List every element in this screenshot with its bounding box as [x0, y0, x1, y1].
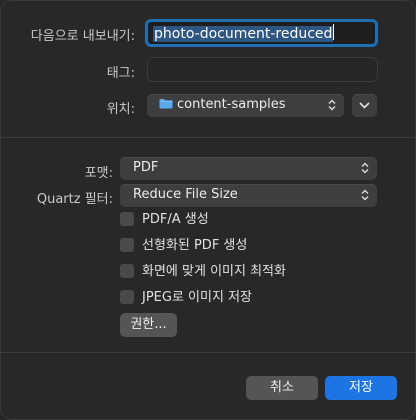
option-pdfa[interactable]: PDF/A 생성	[120, 212, 209, 230]
option-optimize-images[interactable]: 화면에 맞게 이미지 최적화	[120, 264, 286, 282]
save-as-label: 다음으로 내보내기:	[30, 29, 135, 44]
separator-bottom	[1, 352, 415, 353]
checkbox[interactable]	[120, 238, 134, 252]
cancel-button[interactable]: 취소	[246, 376, 318, 400]
location-value: content-samples	[177, 97, 286, 112]
permissions-button[interactable]: 권한...	[120, 313, 177, 337]
expand-dialog-button[interactable]	[352, 94, 377, 117]
export-dialog: 다음으로 내보내기: photo-document-reduced 태그: 위치…	[0, 0, 416, 420]
format-label: 포맷:	[84, 166, 113, 181]
updown-chevron-icon	[361, 189, 369, 201]
folder-icon	[159, 95, 173, 109]
chevron-down-icon	[359, 102, 370, 109]
option-linearized-pdf[interactable]: 선형화된 PDF 생성	[120, 238, 247, 256]
format-value: PDF	[133, 160, 159, 175]
format-popup[interactable]: PDF	[120, 157, 377, 180]
checkbox[interactable]	[120, 264, 134, 278]
quartz-filter-label: Quartz 필터:	[36, 192, 113, 207]
text-caret	[333, 24, 335, 40]
separator-top	[1, 137, 415, 138]
location-popup[interactable]: content-samples	[147, 94, 344, 117]
option-label: 화면에 맞게 이미지 최적화	[142, 264, 286, 279]
option-save-jpeg[interactable]: JPEG로 이미지 저장	[120, 290, 252, 308]
updown-chevron-icon	[328, 99, 336, 111]
option-label: JPEG로 이미지 저장	[142, 290, 252, 305]
option-label: 선형화된 PDF 생성	[142, 238, 248, 253]
save-as-field[interactable]: photo-document-reduced	[145, 19, 378, 47]
quartz-filter-popup[interactable]: Reduce File Size	[120, 184, 377, 207]
updown-chevron-icon	[361, 162, 369, 174]
save-button[interactable]: 저장	[325, 376, 397, 400]
tags-field[interactable]	[147, 57, 378, 82]
quartz-filter-value: Reduce File Size	[133, 187, 238, 202]
checkbox[interactable]	[120, 212, 134, 226]
option-label: PDF/A 생성	[142, 212, 209, 227]
tags-label: 태그:	[106, 66, 135, 81]
checkbox[interactable]	[120, 290, 134, 304]
location-label: 위치:	[106, 102, 135, 117]
save-as-selected-text: photo-document-reduced	[153, 26, 334, 42]
